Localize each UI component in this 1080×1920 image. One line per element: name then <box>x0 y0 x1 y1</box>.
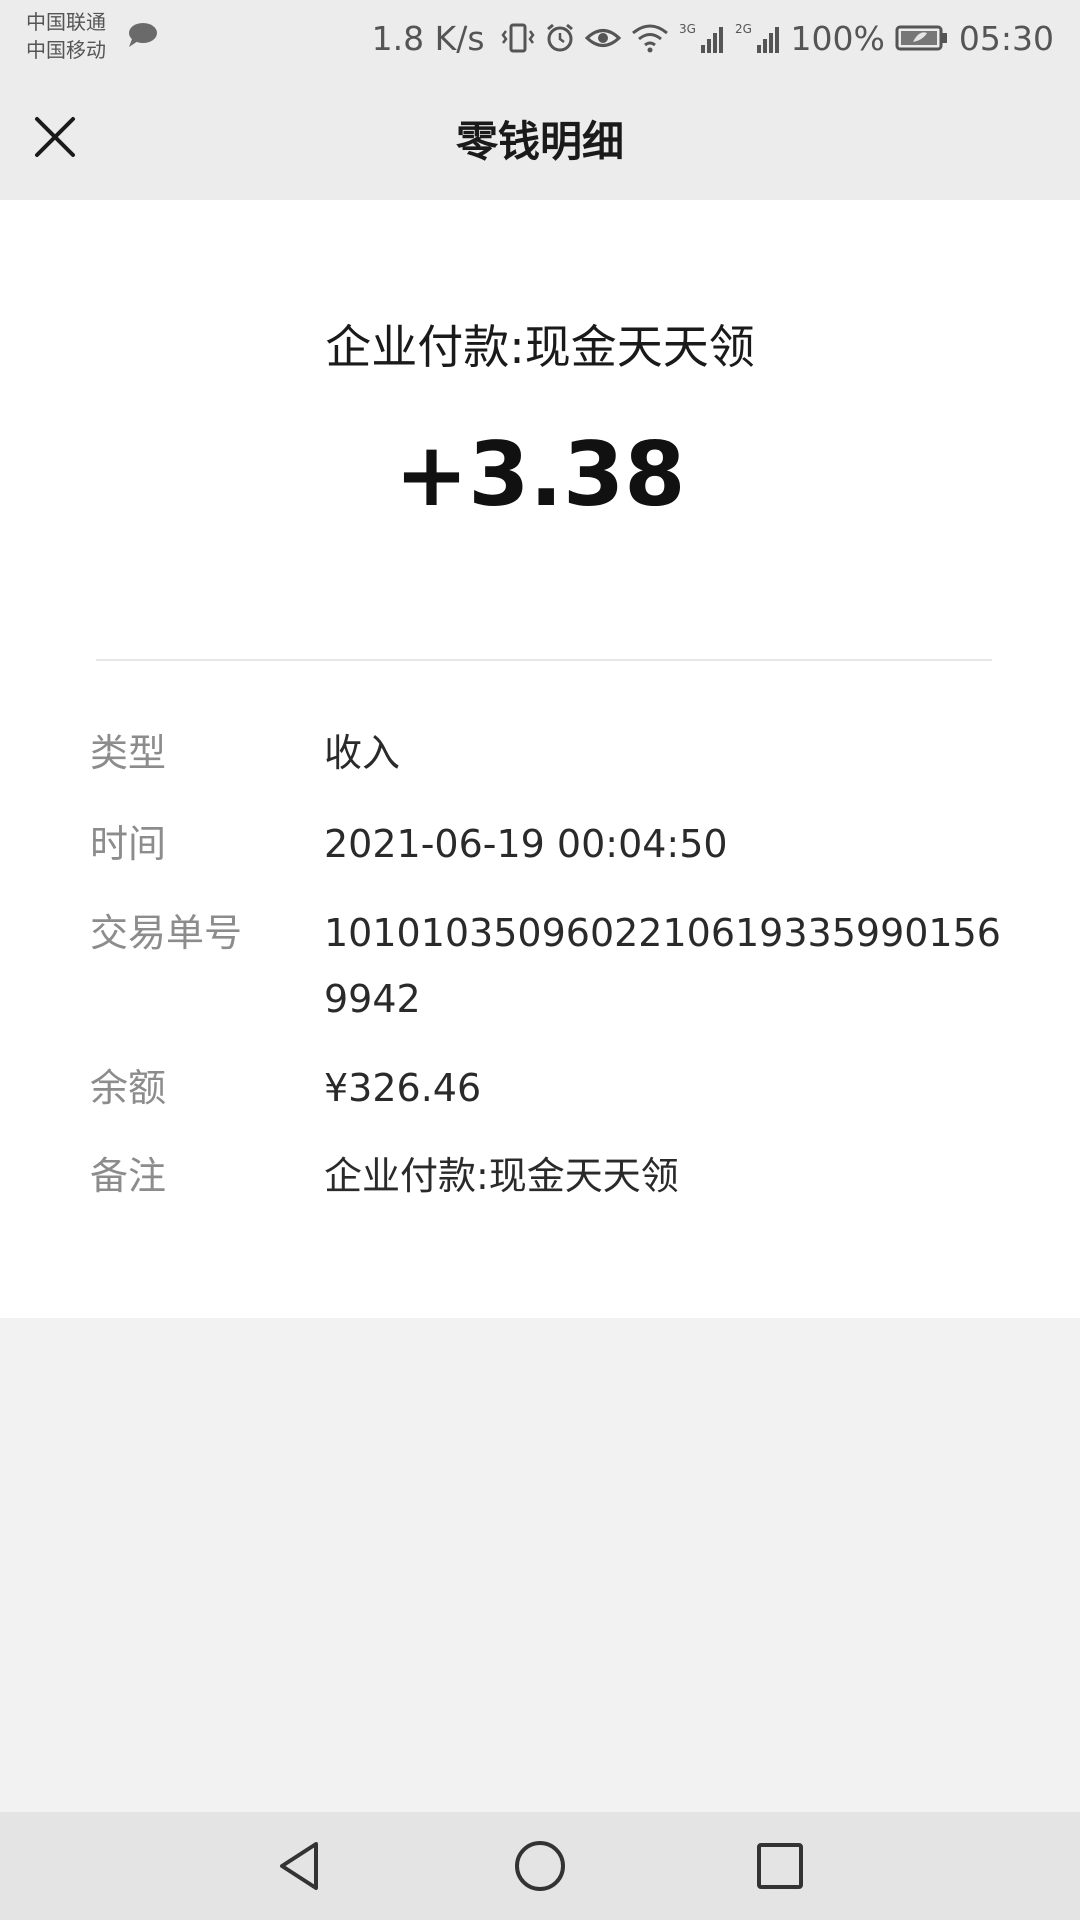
detail-label: 交易单号 <box>90 911 243 955</box>
eye-icon <box>584 25 621 51</box>
signal-icon: 3G <box>679 21 725 55</box>
screen: 中国联通 中国移动 1.8 K/s 3G 2G 100% 05:30 零钱明细 … <box>0 0 1080 1920</box>
title-bar: 零钱明细 <box>0 76 1080 200</box>
page-title: 零钱明细 <box>455 117 624 166</box>
carrier-1: 中国联通 <box>26 10 106 34</box>
status-bar: 中国联通 中国移动 1.8 K/s 3G 2G 100% 05:30 <box>0 0 1080 76</box>
recents-button[interactable] <box>750 1836 810 1896</box>
carrier-info: 中国联通 中国移动 <box>26 8 106 64</box>
detail-value: 收入 <box>324 731 401 775</box>
clock: 05:30 <box>958 18 1054 58</box>
detail-value: 企业付款:现金天天领 <box>324 1154 679 1198</box>
carrier-2: 中国移动 <box>26 38 106 62</box>
signal-1-label: 3G <box>679 22 696 36</box>
recents-icon <box>757 1843 803 1889</box>
divider <box>96 659 992 661</box>
chat-bubble-icon <box>129 23 157 47</box>
home-button[interactable] <box>510 1836 570 1896</box>
detail-value[interactable]: 1010103509602210619335990156 9942 <box>324 900 1004 1032</box>
back-button[interactable] <box>270 1836 330 1896</box>
detail-label: 备注 <box>90 1154 167 1198</box>
alarm-icon <box>545 23 575 53</box>
transaction-title: 企业付款:现金天天领 <box>325 320 755 374</box>
detail-value: ¥326.46 <box>324 1066 482 1110</box>
vibrate-icon <box>500 22 535 54</box>
signal-2-label: 2G <box>735 22 752 36</box>
wifi-icon <box>631 23 669 53</box>
signal-icon: 2G <box>735 21 781 55</box>
detail-value: 2021-06-19 00:04:50 <box>324 822 728 866</box>
system-nav-bar <box>0 1812 1080 1920</box>
home-icon <box>515 1841 565 1891</box>
network-speed: 1.8 K/s <box>371 18 485 58</box>
back-icon <box>280 1842 318 1890</box>
status-icons: 1.8 K/s 3G 2G 100% 05:30 <box>372 14 1054 62</box>
detail-label: 类型 <box>90 731 167 775</box>
battery-icon <box>895 24 949 52</box>
detail-label: 余额 <box>90 1066 167 1110</box>
battery-percent: 100% <box>790 18 885 58</box>
transaction-amount: +3.38 <box>394 423 686 526</box>
transaction-detail-card: 企业付款:现金天天领 +3.38 类型 收入 时间 2021-06-19 00:… <box>0 200 1080 1318</box>
detail-label: 时间 <box>90 822 167 866</box>
